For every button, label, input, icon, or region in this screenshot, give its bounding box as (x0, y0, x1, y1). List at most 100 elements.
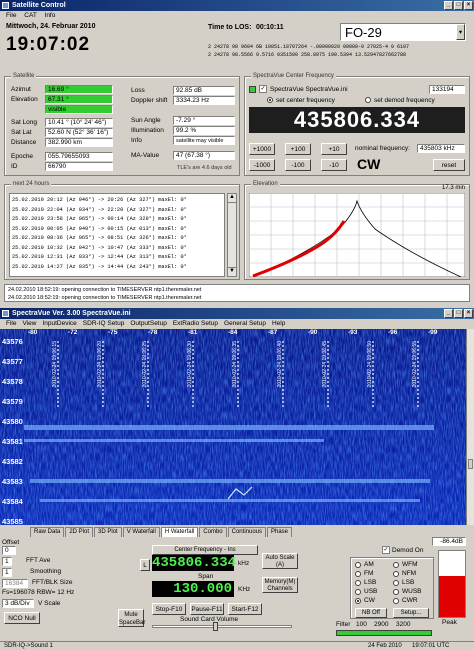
timestamp-label: 2010-02-24 19:06:30 (187, 341, 193, 388)
nb-off-button[interactable]: NB Off (355, 608, 387, 618)
pass-row[interactable]: 25.02.2010 22:04 (Az 034°) -> 22:20 (Az … (12, 206, 222, 216)
radio-center-freq[interactable] (267, 97, 273, 103)
radio-demod-freq[interactable] (365, 97, 371, 103)
pass-row[interactable]: 25.02.2010 12:31 (Az 033°) -> 12:44 (Az … (12, 253, 222, 263)
reset-button[interactable]: reset (433, 159, 465, 171)
timestamp-label: 2010-02-24 19:06:45 (322, 341, 328, 388)
mode-radio[interactable] (393, 598, 399, 604)
span-display[interactable]: 130.000 (152, 581, 234, 597)
visibility-field: visible (45, 105, 113, 114)
menu-item[interactable]: Help (272, 320, 285, 327)
mode-radio[interactable] (393, 580, 399, 586)
fft-size-field[interactable]: 16384 (2, 579, 28, 588)
fft-ave-field[interactable]: 1 (2, 557, 12, 566)
mode-radio[interactable] (355, 589, 361, 595)
start-button[interactable]: Start-F12 (228, 603, 262, 615)
center-frequency-button[interactable]: Center Frequency - Ins (152, 545, 258, 555)
tab-raw-data[interactable]: Raw Data (30, 527, 65, 537)
l-button[interactable]: L (140, 559, 150, 571)
smoothing-field[interactable]: 1 (2, 568, 12, 577)
minus-100-button[interactable]: -100 (285, 159, 311, 171)
fft-blk-label: FFT/BLK Size (32, 579, 73, 586)
menu-file[interactable]: File (6, 12, 16, 19)
tab-h-waterfall[interactable]: H Waterfall (160, 527, 199, 537)
vscale-select[interactable]: 3 dB/Div (2, 599, 34, 608)
plus-100-button[interactable]: +100 (285, 143, 311, 155)
pass-row[interactable]: 25.02.2010 23:58 (Az 065°) -> 00:14 (Az … (12, 215, 222, 225)
minimize-button[interactable]: _ (444, 1, 453, 10)
close-button[interactable]: × (464, 309, 473, 318)
db-tick-label: -84 (228, 329, 238, 336)
mute-button[interactable]: Mute SpaceBar (118, 609, 145, 627)
memory-channels-button[interactable]: Memory(M) Channels (262, 577, 298, 593)
tab-combo[interactable]: Combo (199, 527, 227, 537)
epoche-field: 055.79655093 (45, 152, 113, 161)
waterfall-scrollbar[interactable] (466, 329, 474, 525)
menu-cat[interactable]: CAT (24, 12, 36, 19)
tab-v-waterfall[interactable]: V Waterfall (122, 527, 160, 537)
offset-field[interactable]: 0 (2, 546, 16, 555)
stop-button[interactable]: Stop-F10 (152, 603, 186, 615)
doppler-label: Doppler shift (131, 97, 168, 104)
menu-item[interactable]: SDR-IQ Setup (83, 320, 125, 327)
menu-item[interactable]: OutputSetup (130, 320, 167, 327)
auto-scale-button[interactable]: Auto Scale (A) (262, 553, 298, 569)
tab-continuous[interactable]: Continuous (227, 527, 266, 537)
plus-1000-button[interactable]: +1000 (249, 143, 275, 155)
tle-age: TLE's are 4.6 days old (177, 165, 232, 171)
pass-row[interactable]: 25.02.2010 00:05 (Az 040°) -> 00:15 (Az … (12, 225, 222, 235)
volume-slider[interactable] (152, 622, 292, 631)
close-button[interactable]: × (464, 1, 473, 10)
pause-button[interactable]: Pause-F11 (190, 603, 224, 615)
cf-unit: kHz (238, 560, 250, 567)
menu-item[interactable]: ExtRadio Setup (173, 320, 218, 327)
mode-radio[interactable] (393, 571, 399, 577)
demod-on-checkbox[interactable]: ✓ (382, 546, 390, 554)
mode-radio[interactable] (393, 589, 399, 595)
menu-item[interactable]: General Setup (224, 320, 266, 327)
filter-bar[interactable] (336, 630, 432, 636)
mode-radio[interactable] (393, 562, 399, 568)
plus-10-button[interactable]: +10 (321, 143, 347, 155)
passes-list[interactable]: 25.02.2010 20:12 (Az 046°) -> 20:26 (Az … (9, 193, 225, 277)
menu-item[interactable]: View (22, 320, 36, 327)
minus-10-button[interactable]: -10 (321, 159, 347, 171)
pass-row[interactable]: 25.02.2010 08:36 (Az 065°) -> 08:51 (Az … (12, 234, 222, 244)
filter-2900[interactable]: 2900 (374, 621, 388, 628)
chevron-down-icon[interactable]: ▾ (456, 24, 465, 40)
filter-label: Filter (336, 621, 351, 628)
setup-button[interactable]: Setup... (393, 608, 429, 618)
satellite-select[interactable]: FO-29 (340, 23, 466, 41)
pass-row[interactable]: 25.02.2010 10:32 (Az 042°) -> 10:47 (Az … (12, 244, 222, 254)
tab-3d-plot[interactable]: 3D Plot (94, 527, 122, 537)
passes-scrollbar[interactable]: ▲ ▼ (227, 193, 237, 277)
center-frequency-display[interactable]: 435806.334 (152, 555, 236, 571)
db-tick-label: -87 (268, 329, 278, 336)
mode-radio[interactable] (355, 571, 361, 577)
mode-radio[interactable] (355, 598, 361, 604)
tab-2d-plot[interactable]: 2D Plot (65, 527, 94, 537)
nco-null-button[interactable]: NCO Null (4, 612, 40, 624)
maximize-button[interactable]: □ (454, 309, 463, 318)
freq-tick-label: 43580 (2, 417, 23, 426)
waterfall-display[interactable]: -80 -72 -75 -78 -81 -84 -87 -90 -93 -96 -99 43576 4… (0, 329, 466, 525)
menu-bar: File View InputDevice SDR-IQ Setup OutputSet… (0, 319, 474, 329)
maximize-button[interactable]: □ (454, 1, 463, 10)
db-tick-label: -93 (348, 329, 358, 336)
filter-3200[interactable]: 3200 (396, 621, 410, 628)
timestamp-label: 2010-02-24 19:06:35 (232, 341, 238, 388)
tab-phase[interactable]: Phase (267, 527, 293, 537)
filter-100[interactable]: 100 (356, 621, 367, 628)
minimize-button[interactable]: _ (444, 309, 453, 318)
enable-checkbox[interactable]: ✓ (259, 85, 267, 93)
pass-row[interactable]: 25.02.2010 14:27 (Az 035°) -> 14:44 (Az … (12, 263, 222, 273)
minus-1000-button[interactable]: -1000 (249, 159, 275, 171)
mode-radio[interactable] (355, 562, 361, 568)
menu-item[interactable]: InputDevice (42, 320, 76, 327)
mode-radio[interactable] (355, 580, 361, 586)
db-tick-label: -99 (428, 329, 438, 336)
pass-row[interactable]: 25.02.2010 20:12 (Az 046°) -> 20:26 (Az … (12, 196, 222, 206)
demod-mode-group: AM FM LSB USB CW WFM NFM LSB WUSB CWR NB Off Setup.… (350, 557, 434, 619)
menu-item[interactable]: File (6, 320, 16, 327)
menu-info[interactable]: Info (45, 12, 56, 19)
